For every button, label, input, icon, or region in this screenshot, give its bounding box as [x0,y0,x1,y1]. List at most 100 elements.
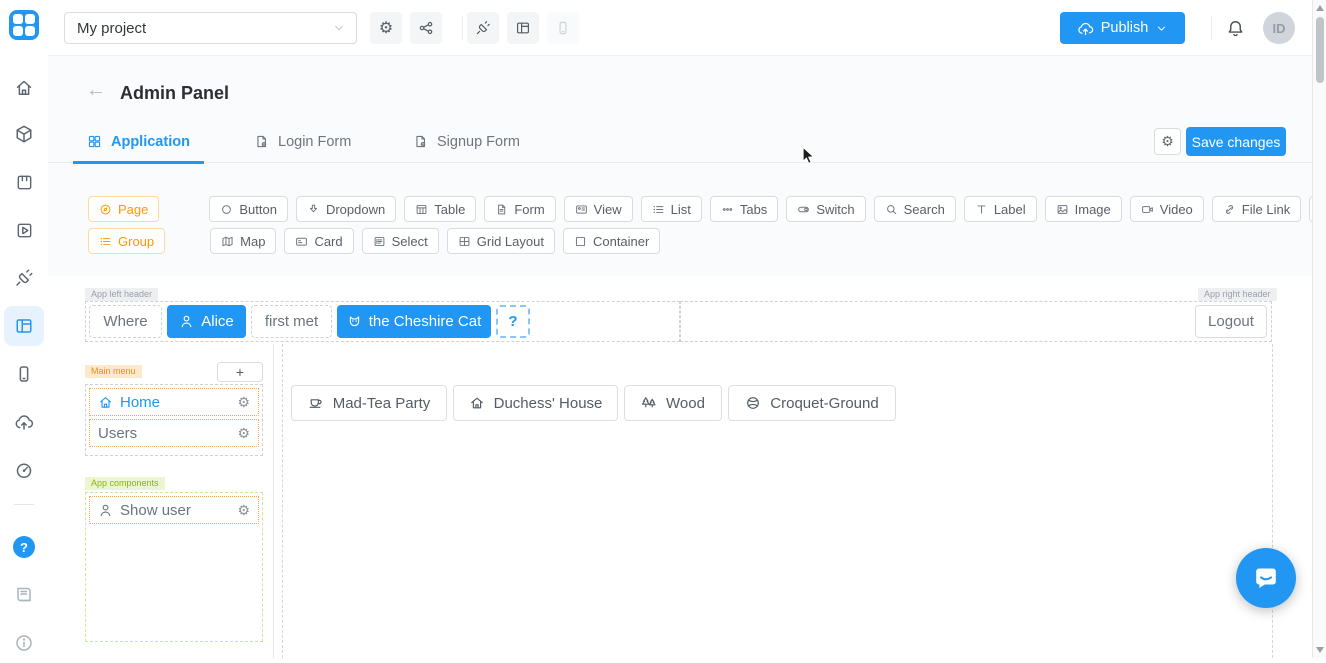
list-icon [652,203,665,216]
sidebar-modules-cube-icon[interactable] [4,114,44,154]
chip-label: Map [240,234,265,249]
palette-chip-grid-layout[interactable]: Grid Layout [447,228,555,254]
sidebar-board-icon[interactable] [4,162,44,202]
sidebar-monitor-gauge-icon[interactable] [4,450,44,490]
palette-chip-table[interactable]: Table [404,196,476,222]
header-button-unknown[interactable]: ? [496,305,530,338]
header-button-cheshire-cat[interactable]: the Cheshire Cat [337,305,491,338]
sidebar-tutorials-play-icon[interactable] [4,210,44,250]
app-right-header-container[interactable]: Logout [680,301,1272,342]
app-components-container[interactable]: Show user ⚙ [85,492,263,642]
palette-chip-label[interactable]: Label [964,196,1037,222]
avatar-initials: ID [1273,21,1286,36]
add-menu-item-button[interactable]: + [217,362,263,382]
palette-chip-video[interactable]: Video [1130,196,1204,222]
gear-icon[interactable]: ⚙ [237,502,250,519]
sidebar-info-icon[interactable] [4,623,44,663]
save-changes-button[interactable]: Save changes [1186,127,1286,156]
palette-chip-form[interactable]: Form [484,196,555,222]
palette-chip-container[interactable]: Container [563,228,660,254]
compass-icon [99,203,112,216]
component-item-show-user[interactable]: Show user ⚙ [89,496,259,524]
sidebar-mobile-icon[interactable] [4,354,44,394]
scrollbar-down-button[interactable] [1316,647,1324,653]
tab-login-form[interactable]: Login Form [254,120,351,163]
scrollbar-up-button[interactable] [1316,5,1324,11]
palette-chip-image[interactable]: Image [1045,196,1122,222]
palette-chip-file-link[interactable]: File Link [1212,196,1301,222]
header-button-where[interactable]: Where [89,305,162,338]
vertical-scrollbar[interactable] [1312,0,1326,658]
palette-chip-page[interactable]: Page [88,196,159,222]
menu-item-label: Users [98,425,137,442]
tab-bar: Application Login Form Signup Form ⚙ Sav… [48,120,1312,163]
main-menu-container[interactable]: Home ⚙ Users ⚙ [85,384,263,456]
image-icon [1056,203,1069,216]
mobile-preview-button[interactable] [547,12,579,44]
search-icon [885,203,898,216]
chip-label: Tabs [740,202,767,217]
page-button-mad-tea-party[interactable]: Mad-Tea Party [291,385,447,421]
page-button-wood[interactable]: Wood [624,385,722,421]
sidebar-divider [14,504,34,505]
palette-chip-map[interactable]: Map [210,228,276,254]
page-button-croquet-ground[interactable]: Croquet-Ground [728,385,896,421]
app-components-tag: App components [85,477,165,490]
button-label: Alice [201,313,234,330]
datasource-button[interactable] [467,12,499,44]
app-left-header-container[interactable]: Where Alice first met the Cheshire Cat ? [85,301,680,342]
app-right-header-tag: App right header [1198,288,1277,301]
project-settings-button[interactable]: ⚙ [370,12,402,44]
palette-chip-switch[interactable]: Switch [786,196,865,222]
sidebar-datasources-plug-icon[interactable] [4,258,44,298]
chip-label: Button [239,202,277,217]
grid-icon [458,235,471,248]
chip-label: Group [118,234,154,249]
chat-launcher-button[interactable] [1236,548,1296,608]
palette-chip-select[interactable]: Select [362,228,439,254]
bell-icon[interactable] [1226,19,1245,38]
chip-label: Switch [816,202,854,217]
cat-icon [347,314,362,329]
user-avatar[interactable]: ID [1263,12,1295,44]
sidebar-home-icon[interactable] [4,68,44,108]
chip-label: Select [392,234,428,249]
chip-label: Grid Layout [477,234,544,249]
sidebar-pages-layout-icon[interactable] [4,306,44,346]
page-settings-button[interactable]: ⚙ [1154,128,1181,155]
topbar-divider [462,16,463,40]
gear-icon[interactable]: ⚙ [237,425,250,442]
tab-signup-form[interactable]: Signup Form [413,120,520,163]
palette-chip-group[interactable]: Group [88,228,165,254]
palette-chip-view[interactable]: View [564,196,633,222]
gear-icon: ⚙ [1161,133,1174,150]
palette-chip-button[interactable]: Button [209,196,288,222]
sidebar-deploy-cloud-icon[interactable] [4,402,44,442]
palette-chip-list[interactable]: List [641,196,702,222]
scrollbar-thumb[interactable] [1316,17,1324,83]
menu-item-home[interactable]: Home ⚙ [89,388,259,416]
header-button-alice[interactable]: Alice [167,305,246,338]
page-button-duchess-house[interactable]: Duchess' House [453,385,618,421]
project-select[interactable]: My project [64,12,357,44]
arrow-down-icon [307,203,320,216]
sidebar-docs-book-icon[interactable] [4,575,44,615]
layout-view-button[interactable] [507,12,539,44]
app-sidebar: ? [0,0,48,658]
sidebar-help-icon[interactable]: ? [4,527,44,567]
palette-chip-card[interactable]: Card [284,228,353,254]
mobile-icon [555,20,571,36]
palette-chip-tabs[interactable]: Tabs [710,196,778,222]
share-button[interactable] [410,12,442,44]
gear-icon[interactable]: ⚙ [237,394,250,411]
menu-item-users[interactable]: Users ⚙ [89,419,259,447]
palette-chip-dropdown[interactable]: Dropdown [296,196,396,222]
palette-chip-search[interactable]: Search [874,196,956,222]
publish-button[interactable]: Publish [1060,12,1185,44]
app-logo-icon[interactable] [9,10,39,40]
header-button-first-met[interactable]: first met [251,305,332,338]
back-button[interactable]: ← [86,80,106,100]
logout-button[interactable]: Logout [1195,305,1267,338]
tab-application[interactable]: Application [87,120,190,163]
canvas-right-boundary [1272,344,1273,658]
